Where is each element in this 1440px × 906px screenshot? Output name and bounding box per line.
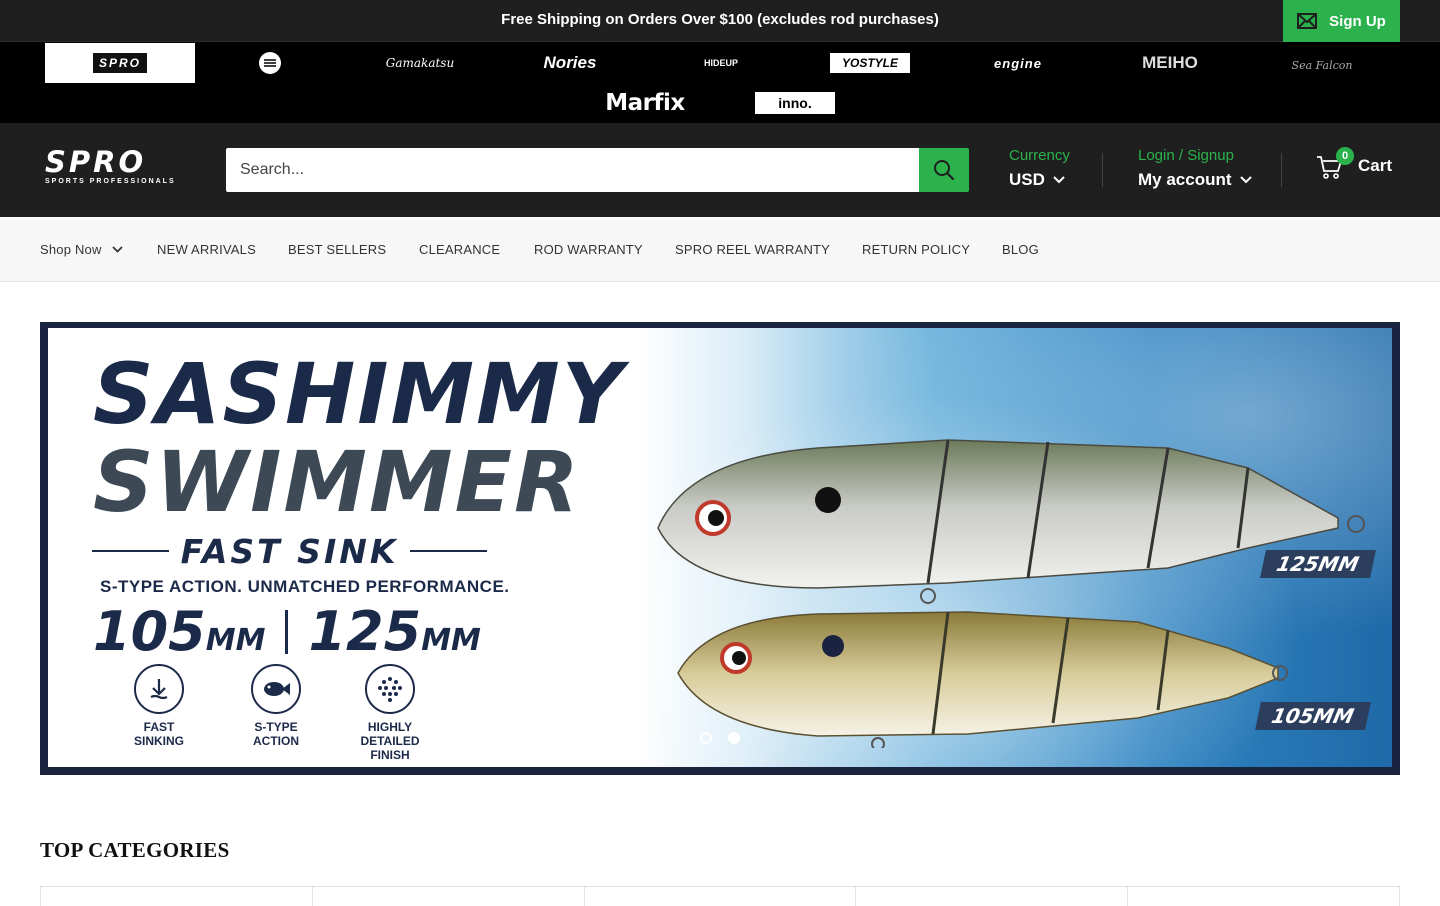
brand-gamakatsu[interactable]: Gamakatsu: [375, 48, 465, 78]
size-tag-105mm: 105MM: [1255, 702, 1371, 730]
feature-detailed-finish: HIGHLY DETAILED FINISH: [345, 664, 435, 762]
size-125-number: 125: [308, 600, 422, 663]
chevron-down-icon: [1053, 176, 1065, 184]
header-divider: [1102, 153, 1103, 187]
cart-label: Cart: [1358, 156, 1393, 175]
brand-sea-falcon[interactable]: Sea Falcon: [1280, 50, 1364, 80]
logo-text: SPRO: [45, 145, 147, 179]
brand-bar: SPRO Gamakatsu Nories HIDEUP YOSTYLE eng…: [0, 42, 1440, 123]
signup-button[interactable]: Sign Up: [1283, 0, 1400, 42]
size-105: 105MM: [93, 600, 265, 663]
slider-dot-2[interactable]: [728, 732, 740, 744]
size-125: 125MM: [308, 600, 480, 663]
chevron-down-icon: [111, 246, 123, 253]
size-105-number: 105: [93, 600, 206, 663]
feature-label-line: DETAILED: [360, 734, 420, 748]
search-form: [226, 148, 969, 192]
lure-125mm-image: [657, 439, 1365, 604]
divider-line: [410, 550, 487, 552]
brand-nories[interactable]: Nories: [528, 48, 612, 78]
category-grid: [40, 886, 1400, 906]
search-button[interactable]: [919, 148, 969, 192]
search-input[interactable]: [226, 148, 919, 192]
brand-spro[interactable]: SPRO: [45, 43, 195, 83]
size-separator: [285, 609, 289, 654]
hero-slider[interactable]: SASHIMMY SWIMMER FAST SINK S-TYPE ACTION…: [40, 322, 1400, 775]
slider-dot-1[interactable]: [700, 732, 712, 744]
category-card[interactable]: [856, 887, 1129, 906]
feature-label-line: SINKING: [133, 734, 184, 748]
feature-label-line: FINISH: [370, 748, 410, 762]
envelope-icon: [1297, 13, 1318, 29]
announcement-text: Free Shipping on Orders Over $100 (exclu…: [501, 11, 939, 28]
my-account-label: My account: [1138, 170, 1232, 189]
cart-icon: 0: [1316, 147, 1354, 181]
divider-line: [92, 550, 169, 552]
currency-value: USD: [1009, 170, 1045, 189]
account-menu[interactable]: Login / Signup My account: [1138, 147, 1252, 190]
category-card[interactable]: [41, 887, 313, 906]
feature-fast-sinking: FAST SINKING: [114, 664, 204, 748]
brand-spro-text: SPRO: [92, 53, 147, 73]
brand-engine[interactable]: engine: [980, 48, 1056, 78]
search-icon: [934, 160, 955, 181]
feature-label-line: S-TYPE: [254, 720, 298, 734]
dots-icon: [365, 664, 415, 714]
header-divider: [1281, 153, 1282, 187]
top-categories-heading: TOP CATEGORIES: [40, 838, 230, 862]
fish-icon: [251, 664, 301, 714]
cart-count-badge: 0: [1336, 147, 1354, 165]
hero-slide: SASHIMMY SWIMMER FAST SINK S-TYPE ACTION…: [48, 328, 1392, 767]
hero-subtitle-row: FAST SINK: [92, 531, 487, 571]
feature-label-line: HIGHLY: [367, 720, 413, 734]
nav-best-sellers[interactable]: BEST SELLERS: [288, 242, 386, 257]
nav-return-policy[interactable]: RETURN POLICY: [862, 242, 970, 257]
chevron-down-icon: [1239, 176, 1252, 184]
nav-clearance[interactable]: CLEARANCE: [419, 242, 500, 257]
brand-inno[interactable]: inno.: [755, 92, 835, 114]
spro-logo[interactable]: SPRO SPORTS PROFESSIONALS: [45, 148, 180, 188]
hero-subtitle: FAST SINK: [180, 531, 399, 571]
hero-sizes: 105MM 125MM: [93, 600, 481, 663]
s-logo-icon: [259, 52, 281, 74]
cart-link[interactable]: 0 Cart: [1316, 147, 1393, 181]
hero-title-line1: SASHIMMY: [93, 345, 625, 443]
feature-label-line: FAST: [143, 720, 175, 734]
category-card[interactable]: [313, 887, 585, 906]
logo-subtext: SPORTS PROFESSIONALS: [45, 178, 176, 185]
currency-selector[interactable]: Currency USD: [1009, 147, 1070, 190]
announcement-bar: Free Shipping on Orders Over $100 (exclu…: [0, 0, 1440, 42]
nav-spro-reel-warranty[interactable]: SPRO REEL WARRANTY: [675, 242, 830, 257]
feature-label-line: ACTION: [253, 734, 299, 748]
nav-shop-now[interactable]: Shop Now: [40, 242, 123, 257]
size-tag-125mm: 125MM: [1260, 550, 1376, 578]
brand-yostyle[interactable]: YOSTYLE: [830, 53, 910, 73]
brand-marfix[interactable]: Marfix: [604, 88, 686, 118]
main-nav: Shop Now NEW ARRIVALS BEST SELLERS CLEAR…: [0, 217, 1440, 282]
login-signup-link[interactable]: Login / Signup: [1138, 147, 1252, 165]
brand-hideup[interactable]: HIDEUP: [680, 48, 762, 78]
nav-new-arrivals[interactable]: NEW ARRIVALS: [157, 242, 256, 257]
size-125-unit: MM: [421, 623, 481, 658]
brand-s-logo[interactable]: [250, 48, 290, 78]
site-header: SPRO SPORTS PROFESSIONALS Currency USD L…: [0, 123, 1440, 217]
nav-blog[interactable]: BLOG: [1002, 242, 1039, 257]
nav-rod-warranty[interactable]: ROD WARRANTY: [534, 242, 643, 257]
hero-tagline: S-TYPE ACTION. UNMATCHED PERFORMANCE.: [100, 577, 510, 596]
category-card[interactable]: [1128, 887, 1399, 906]
currency-label: Currency: [1009, 147, 1070, 164]
brand-meiho[interactable]: MEIHO: [1130, 48, 1210, 78]
category-card[interactable]: [585, 887, 857, 906]
nav-shop-now-label: Shop Now: [40, 242, 102, 257]
slider-dots: [700, 732, 740, 744]
hero-title-line2: SWIMMER: [93, 433, 581, 531]
feature-s-type-action: S-TYPE ACTION: [231, 664, 321, 748]
size-105-unit: MM: [205, 623, 266, 658]
lure-105mm-image: [677, 611, 1288, 748]
signup-label: Sign Up: [1329, 12, 1386, 30]
sink-arrow-icon: [134, 664, 184, 714]
